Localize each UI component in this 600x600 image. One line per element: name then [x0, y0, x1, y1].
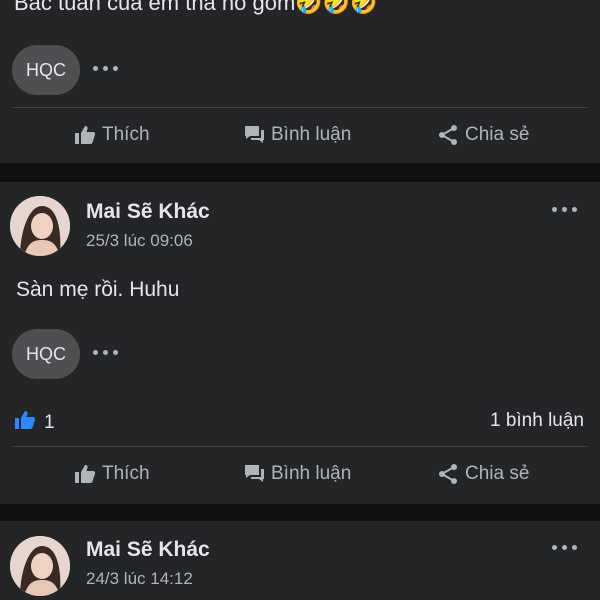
like-count: 1: [44, 412, 55, 433]
comment-button[interactable]: Bình luận: [243, 124, 351, 146]
like-button[interactable]: Thích: [74, 124, 150, 146]
share-label: Chia sẻ: [465, 124, 530, 145]
more-icon[interactable]: [93, 66, 119, 74]
post-card: Bác tuấn của em thả hố gõm🤣🤣🤣 HQC Thích …: [0, 0, 600, 163]
thumbs-up-icon: [74, 125, 96, 145]
post-text: Sàn mẹ rồi. Huhu: [16, 278, 180, 301]
post-time[interactable]: 24/3 lúc 14:12: [86, 569, 193, 589]
post-text: Bác tuấn của em thả hố gõm🤣🤣🤣: [14, 0, 378, 15]
post-time[interactable]: 25/3 lúc 09:06: [86, 231, 193, 251]
like-label: Thích: [102, 124, 150, 145]
avatar[interactable]: [10, 536, 70, 596]
comment-label: Bình luận: [271, 463, 352, 484]
post-card: Mai Sẽ Khác 24/3 lúc 14:12: [0, 521, 600, 600]
comment-label: Bình luận: [271, 124, 352, 145]
commenter-chip[interactable]: HQC: [12, 45, 80, 95]
author-name[interactable]: Mai Sẽ Khác: [86, 538, 210, 562]
comment-button[interactable]: Bình luận: [243, 463, 351, 485]
share-button[interactable]: Chia sẻ: [437, 463, 529, 485]
post-menu-icon[interactable]: [552, 545, 578, 553]
share-icon: [437, 463, 459, 485]
avatar[interactable]: [10, 196, 70, 256]
share-icon: [437, 124, 459, 146]
comment-icon: [243, 125, 265, 145]
like-button[interactable]: Thích: [74, 463, 150, 485]
post-menu-icon[interactable]: [552, 207, 578, 215]
divider: [12, 107, 588, 108]
reaction-summary[interactable]: 1: [14, 410, 55, 436]
comment-count[interactable]: 1 bình luận: [490, 410, 584, 432]
more-icon[interactable]: [93, 350, 119, 358]
divider: [12, 446, 588, 447]
author-name[interactable]: Mai Sẽ Khác: [86, 200, 210, 224]
commenter-chip[interactable]: HQC: [12, 329, 80, 379]
like-reaction-icon: [14, 410, 36, 436]
post-card: Mai Sẽ Khác 25/3 lúc 09:06 Sàn mẹ rồi. H…: [0, 182, 600, 504]
comment-icon: [243, 464, 265, 484]
share-button[interactable]: Chia sẻ: [437, 124, 529, 146]
thumbs-up-icon: [74, 464, 96, 484]
share-label: Chia sẻ: [465, 463, 530, 484]
like-label: Thích: [102, 463, 150, 484]
